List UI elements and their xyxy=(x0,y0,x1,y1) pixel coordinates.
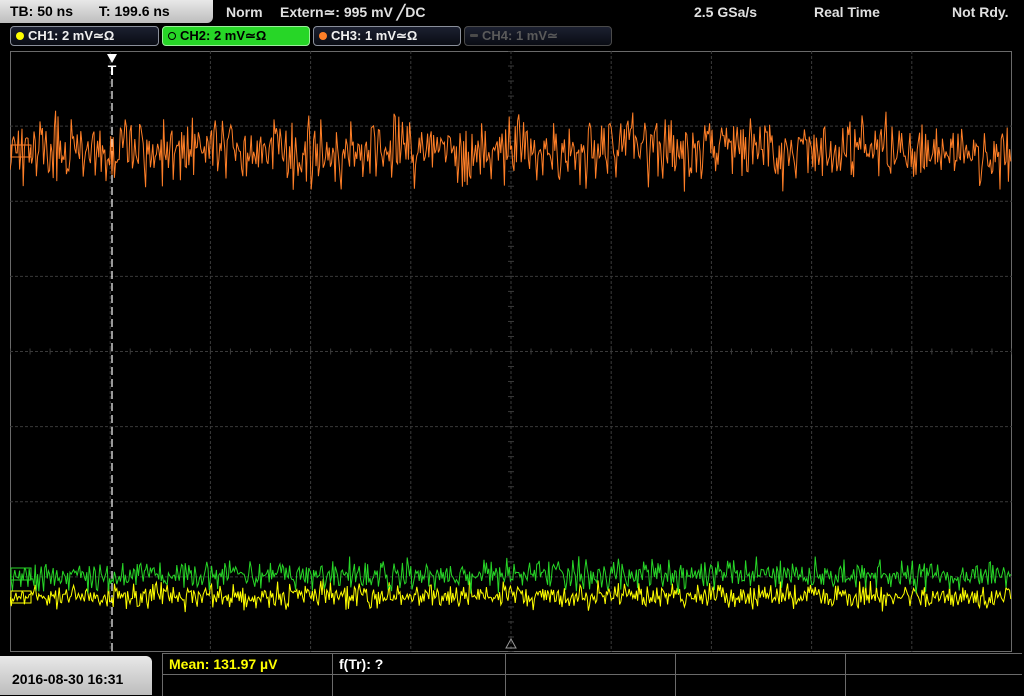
ch4-dot-icon xyxy=(470,34,478,37)
mean-measurement[interactable]: Mean: 131.97 µV xyxy=(169,656,277,672)
measurement-panel: Mean: 131.97 µV f(Tr): ? xyxy=(162,653,1022,696)
status-bar: TB: 50 ns T: 199.6 ns Norm Extern≃: 995 … xyxy=(0,0,1024,24)
ch4-label: CH4: 1 mV≃ xyxy=(482,28,558,43)
meas-divider xyxy=(675,654,676,696)
channel-tab-ch4[interactable]: CH4: 1 mV≃ xyxy=(464,26,612,46)
ch1-dot-icon xyxy=(16,32,24,40)
graticule xyxy=(10,51,1012,652)
acquisition-mode: Real Time xyxy=(814,4,880,20)
trigger-source[interactable]: Extern≃: 995 mV ╱DC xyxy=(280,0,425,24)
channel-tab-ch2[interactable]: CH2: 2 mV≃Ω xyxy=(162,26,310,46)
trigger-time-label: T: 199.6 ns xyxy=(98,3,170,19)
channel-tab-ch1[interactable]: CH1: 2 mV≃Ω xyxy=(10,26,159,46)
trigger-mode[interactable]: Norm xyxy=(226,0,263,24)
acquisition-state: Not Rdy. xyxy=(952,4,1009,20)
meas-divider xyxy=(162,674,1022,675)
sample-rate: 2.5 GSa/s xyxy=(694,4,758,20)
meas-divider xyxy=(162,654,163,696)
meas-divider xyxy=(505,654,506,696)
timebase-panel[interactable]: TB: 50 ns T: 199.6 ns xyxy=(0,0,213,23)
ch2-dot-icon xyxy=(168,32,176,40)
channel-tabs: CH1: 2 mV≃Ω CH2: 2 mV≃Ω CH3: 1 mV≃Ω CH4:… xyxy=(0,26,1024,48)
ch2-label: CH2: 2 mV≃Ω xyxy=(180,28,267,43)
meas-divider xyxy=(845,654,846,696)
waveform-display[interactable]: T xyxy=(10,51,1012,652)
ch3-dot-icon xyxy=(319,32,327,40)
timebase-label: TB: 50 ns xyxy=(10,3,74,19)
waveform-canvas: T xyxy=(10,51,1012,652)
ch1-label: CH1: 2 mV≃Ω xyxy=(28,28,115,43)
channel-tab-ch3[interactable]: CH3: 1 mV≃Ω xyxy=(313,26,461,46)
meas-divider xyxy=(332,654,333,696)
ch3-trace xyxy=(10,110,1012,192)
ch3-label: CH3: 1 mV≃Ω xyxy=(331,28,418,43)
trigger-marker-label: T xyxy=(108,62,117,78)
datetime-display: 2016-08-30 16:31 xyxy=(0,656,152,695)
ftr-measurement[interactable]: f(Tr): ? xyxy=(339,656,383,672)
